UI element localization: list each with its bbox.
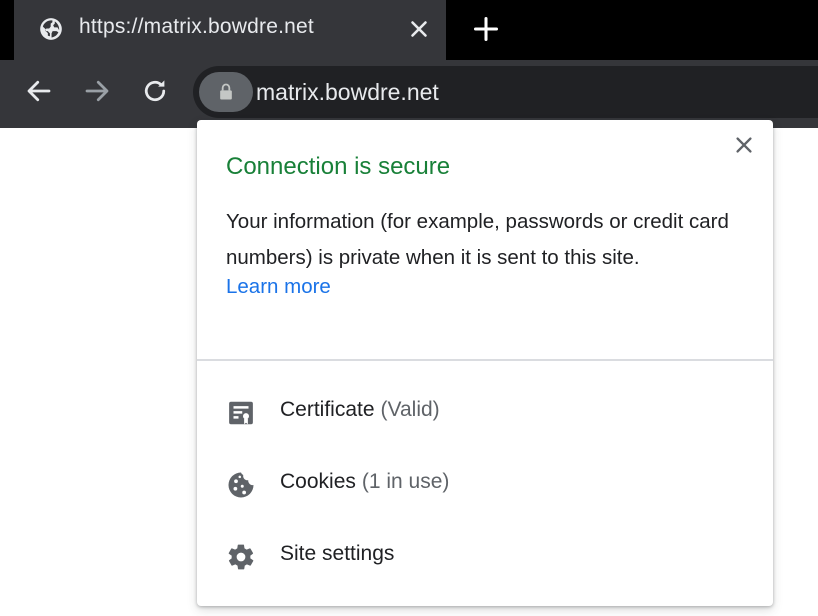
divider xyxy=(197,359,773,361)
arrow-right-icon[interactable] xyxy=(82,76,112,106)
gear-icon xyxy=(226,542,256,572)
cookies-count: (1 in use) xyxy=(361,470,450,493)
plus-icon[interactable] xyxy=(472,15,500,43)
cookies-row[interactable]: Cookies (1 in use) xyxy=(197,455,773,511)
url-text[interactable]: matrix.bowdre.net xyxy=(256,79,439,106)
certificate-row[interactable]: Certificate (Valid) xyxy=(197,383,773,439)
certificate-label: Certificate xyxy=(280,398,375,421)
globe-icon xyxy=(38,16,64,42)
cookies-label: Cookies xyxy=(280,470,356,493)
popup-description: Your information (for example, passwords… xyxy=(226,210,729,269)
certificate-status: (Valid) xyxy=(380,398,440,421)
close-icon[interactable] xyxy=(733,134,755,156)
omnibox[interactable]: matrix.bowdre.net xyxy=(193,66,818,118)
cookie-icon xyxy=(226,470,256,500)
site-settings-label: Site settings xyxy=(280,542,395,565)
reload-icon[interactable] xyxy=(140,76,170,106)
toolbar: matrix.bowdre.net xyxy=(0,60,818,128)
learn-more-link[interactable]: Learn more xyxy=(226,275,331,299)
arrow-left-icon[interactable] xyxy=(24,76,54,106)
site-info-button[interactable] xyxy=(199,72,253,112)
tab-active[interactable]: https://matrix.bowdre.net xyxy=(14,0,446,60)
page-info-popup: Connection is secure Your information (f… xyxy=(197,120,773,606)
popup-title: Connection is secure xyxy=(226,153,451,180)
tab-title: https://matrix.bowdre.net xyxy=(79,15,314,38)
close-icon[interactable] xyxy=(406,16,432,42)
certificate-icon xyxy=(226,398,256,428)
tab-strip: https://matrix.bowdre.net xyxy=(0,0,818,60)
lock-icon xyxy=(220,83,232,100)
site-settings-row[interactable]: Site settings xyxy=(197,527,773,583)
